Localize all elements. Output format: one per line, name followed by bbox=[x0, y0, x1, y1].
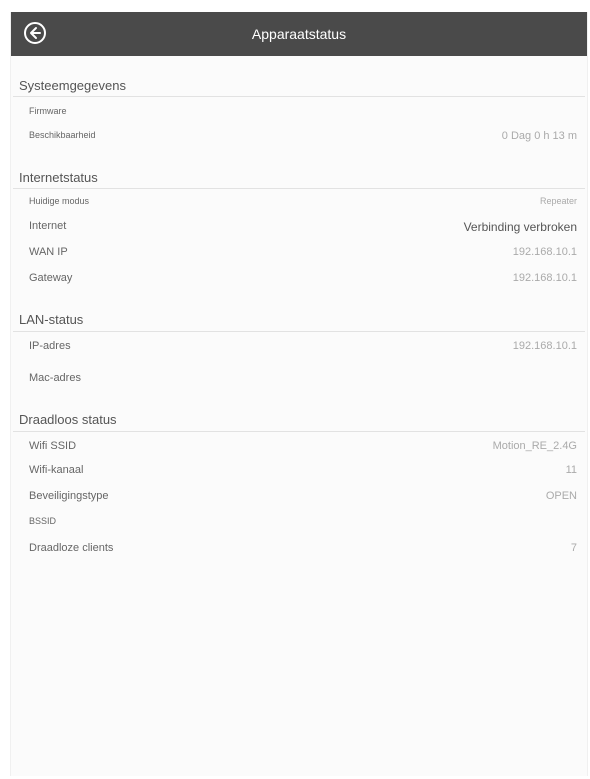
row-internet: Internet Verbinding verbroken bbox=[29, 220, 577, 240]
row-label: Draadloze clients bbox=[29, 542, 114, 554]
row-label: Mac-adres bbox=[29, 372, 81, 384]
row-ip-address: IP-adres 192.168.10.1 bbox=[29, 340, 577, 360]
row-firmware: Firmware bbox=[29, 106, 577, 126]
row-value: 192.168.10.1 bbox=[512, 272, 577, 284]
section-title: Internetstatus bbox=[19, 170, 98, 185]
row-label: BSSID bbox=[29, 516, 57, 526]
row-uptime: Beschikbaarheid 0 Dag 0 h 13 m bbox=[29, 130, 577, 150]
row-label: Wifi SSID bbox=[29, 440, 77, 452]
row-label: Gateway bbox=[29, 272, 73, 284]
divider bbox=[13, 331, 585, 332]
row-label: Internet bbox=[29, 220, 67, 232]
row-label: WAN IP bbox=[29, 246, 68, 258]
row-label: Beveiligingstype bbox=[29, 490, 109, 502]
row-value: OPEN bbox=[545, 490, 577, 502]
row-bssid: BSSID bbox=[29, 516, 577, 536]
row-label: Beschikbaarheid bbox=[29, 130, 96, 140]
divider bbox=[13, 431, 585, 432]
section-title: LAN-status bbox=[19, 312, 84, 327]
row-gateway: Gateway 192.168.10.1 bbox=[29, 272, 577, 292]
divider bbox=[13, 96, 585, 97]
divider bbox=[13, 188, 585, 189]
row-value: Verbinding verbroken bbox=[463, 220, 577, 234]
row-wifi-channel: Wifi-kanaal 11 bbox=[29, 464, 577, 484]
row-wifi-ssid: Wifi SSID Motion_RE_2.4G bbox=[29, 440, 577, 460]
section-title: Systeemgegevens bbox=[19, 78, 126, 93]
row-value: Motion_RE_2.4G bbox=[492, 440, 577, 452]
device-status-page: Apparaatstatus Systeemgegevens Firmware … bbox=[10, 12, 588, 776]
row-label: IP-adres bbox=[29, 340, 71, 352]
row-label: Huidige modus bbox=[29, 196, 90, 206]
row-wireless-clients: Draadloze clients 7 bbox=[29, 542, 577, 562]
row-value: 0 Dag 0 h 13 m bbox=[501, 130, 577, 142]
page-title: Apparaatstatus bbox=[251, 26, 347, 42]
row-value: 192.168.10.1 bbox=[512, 246, 577, 258]
row-label: Wifi-kanaal bbox=[29, 464, 84, 476]
row-label: Firmware bbox=[29, 106, 67, 116]
top-bar: Apparaatstatus bbox=[11, 12, 587, 56]
row-value: 11 bbox=[565, 464, 577, 476]
row-value: Repeater bbox=[539, 196, 577, 206]
section-title: Draadloos status bbox=[19, 412, 117, 427]
row-wan-ip: WAN IP 192.168.10.1 bbox=[29, 246, 577, 266]
row-current-mode: Huidige modus Repeater bbox=[29, 196, 577, 216]
row-security-type: Beveiligingstype OPEN bbox=[29, 490, 577, 510]
row-value: 192.168.10.1 bbox=[512, 340, 577, 352]
row-value: 7 bbox=[570, 542, 577, 554]
row-mac-address: Mac-adres bbox=[29, 372, 577, 392]
